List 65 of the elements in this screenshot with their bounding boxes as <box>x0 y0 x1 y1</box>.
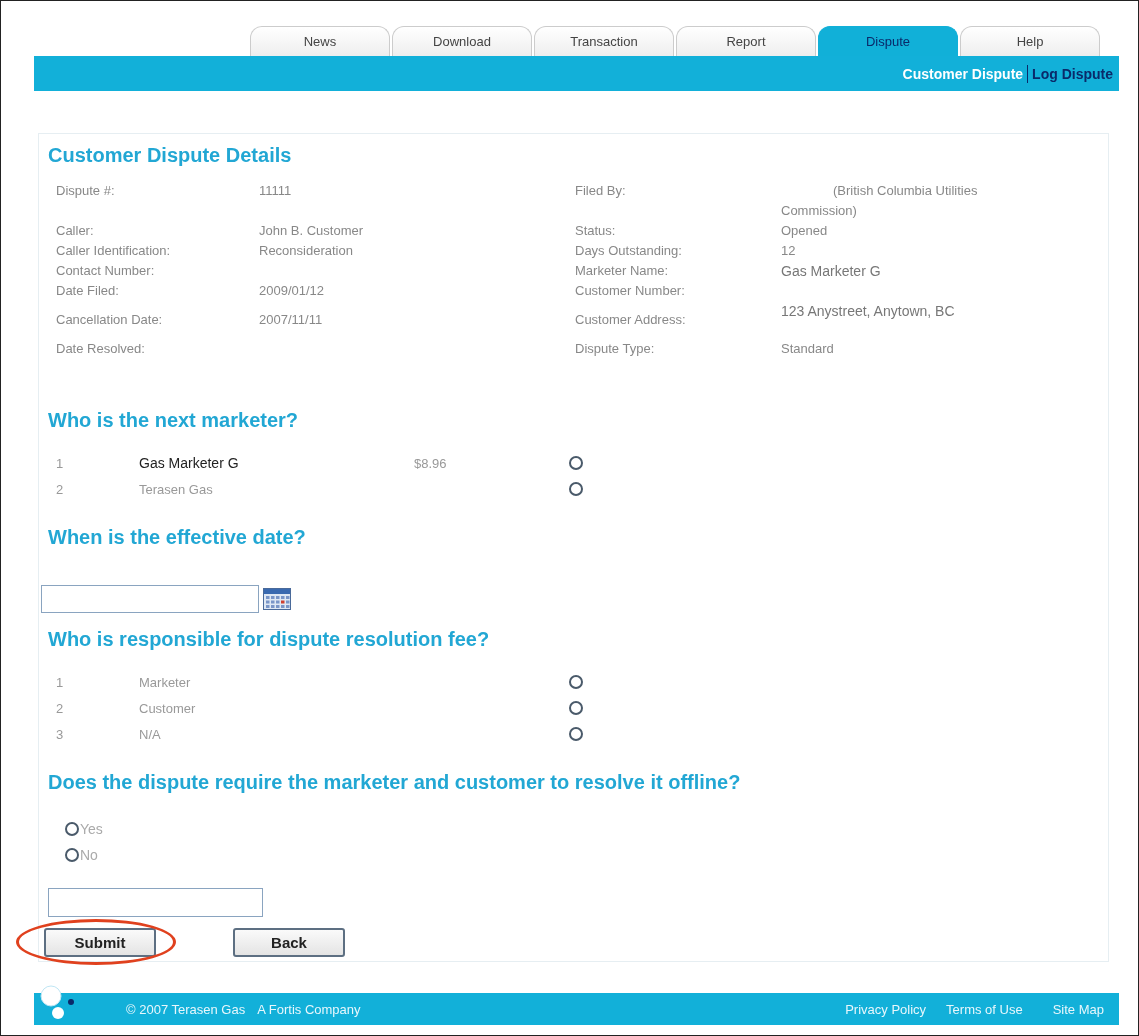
form-button[interactable]: Back <box>233 928 345 957</box>
field-value: 2007/11/11 <box>259 311 324 329</box>
field-label: Days Outstanding: <box>575 242 683 260</box>
option-name: Marketer <box>139 674 192 690</box>
field-value: 123 Anystreet, Anytown, BC <box>781 302 956 321</box>
field-label: Customer Number: <box>575 282 686 300</box>
field-label: Dispute #: <box>56 182 116 200</box>
date-field[interactable] <box>41 585 259 613</box>
option-number: 1 <box>56 455 65 471</box>
field-label: Marketer Name: <box>575 262 670 280</box>
tab[interactable]: News <box>250 26 390 56</box>
field-value: Opened <box>781 222 829 240</box>
field-label: Customer Address: <box>575 311 687 329</box>
option-number: 1 <box>56 674 65 690</box>
radio-button[interactable] <box>65 848 79 862</box>
text-field[interactable] <box>48 888 263 917</box>
tab[interactable]: Download <box>392 26 532 56</box>
option-number: 2 <box>56 481 65 497</box>
radio-button[interactable] <box>569 727 583 741</box>
tab[interactable]: Dispute <box>818 26 958 56</box>
option-name: Customer <box>139 700 197 716</box>
option-label: No <box>80 847 98 863</box>
field-label: Status: <box>575 222 617 240</box>
option-name: N/A <box>139 726 162 742</box>
radio-button[interactable] <box>569 482 583 496</box>
option-number: 2 <box>56 700 65 716</box>
option-label: Yes <box>80 821 103 837</box>
field-label: Caller Identification: <box>56 242 172 260</box>
section-heading: Who is responsible for dispute resolution fee? <box>48 628 491 651</box>
option-name: Gas Marketer G <box>139 455 240 471</box>
field-label: Filed By: <box>575 182 627 200</box>
field-label: Date Filed: <box>56 282 120 300</box>
radio-button[interactable] <box>569 675 583 689</box>
field-label: Caller: <box>56 222 95 240</box>
radio-button[interactable] <box>65 822 79 836</box>
option-price: $8.96 <box>414 455 448 471</box>
section-heading: Customer Dispute Details <box>48 144 293 167</box>
option-number: 3 <box>56 726 65 742</box>
company-text: A Fortis Company <box>257 1001 361 1017</box>
field-label: Dispute Type: <box>575 340 656 358</box>
field-value: 2009/01/12 <box>259 282 326 300</box>
field-label: Date Resolved: <box>56 340 146 358</box>
section-heading: Does the dispute require the marketer and customer to resolve it offline? <box>48 771 742 794</box>
radio-button[interactable] <box>569 701 583 715</box>
radio-button[interactable] <box>569 456 583 470</box>
nav-link[interactable]: Log Dispute <box>1028 65 1117 82</box>
field-value: 12 <box>781 242 797 260</box>
field-value: Gas Marketer G <box>781 262 882 281</box>
calendar-icon[interactable] <box>263 588 291 610</box>
field-value: John B. Customer <box>259 222 365 240</box>
section-heading: When is the effective date? <box>48 526 307 549</box>
option-name: Terasen Gas <box>139 481 214 497</box>
tab[interactable]: Transaction <box>534 26 674 56</box>
tab[interactable]: Report <box>676 26 816 56</box>
field-value: 11111 <box>259 182 293 200</box>
field-value: Standard <box>781 340 835 358</box>
logo-icon <box>40 985 76 1021</box>
field-value: (British Columbia Utilities Commission) <box>781 182 979 220</box>
tab[interactable]: Help <box>960 26 1100 56</box>
section-heading: Who is the next marketer? <box>48 409 300 432</box>
form-button[interactable]: Submit <box>44 928 156 957</box>
field-label: Contact Number: <box>56 262 156 280</box>
copyright-text: © 2007 Terasen Gas <box>126 1001 246 1017</box>
field-value: Reconsideration <box>259 242 354 260</box>
field-label: Cancellation Date: <box>56 311 164 329</box>
